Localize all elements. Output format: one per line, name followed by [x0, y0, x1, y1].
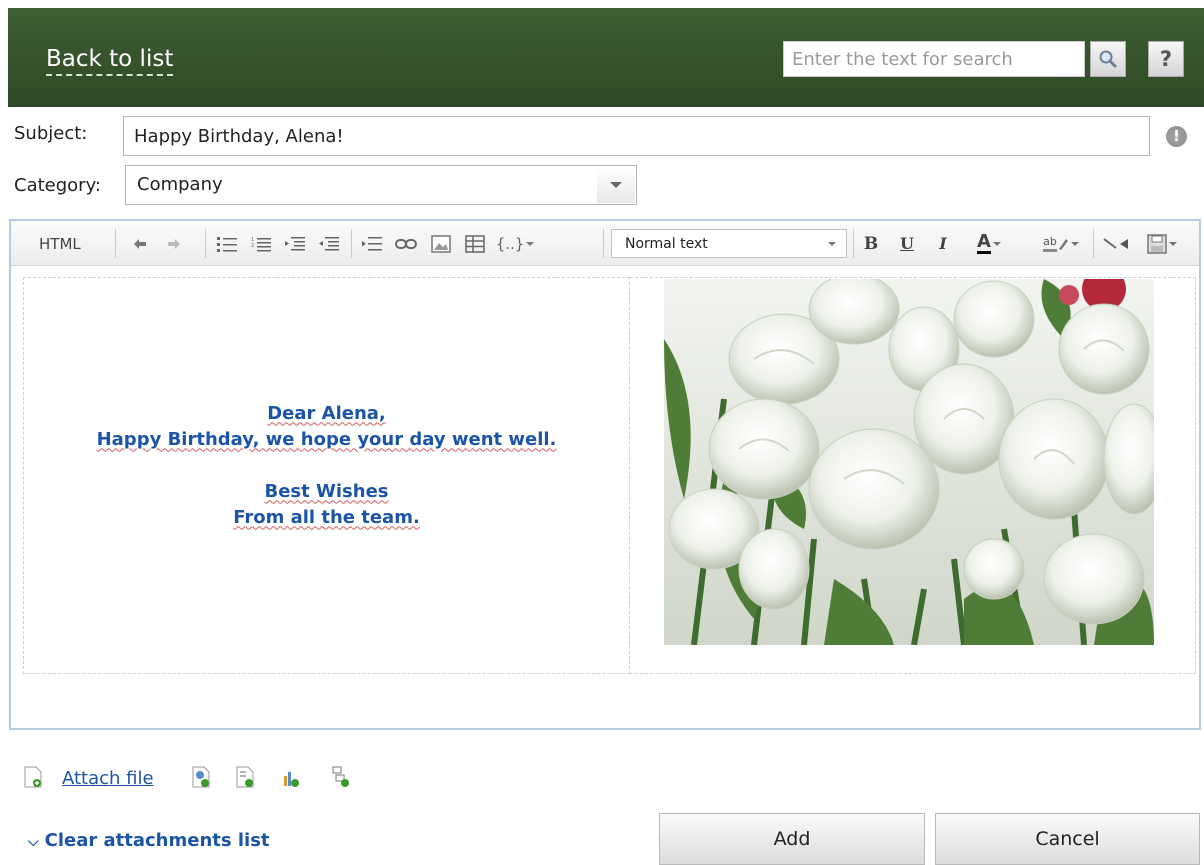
indent-button[interactable] — [283, 231, 307, 256]
insert-table-button[interactable] — [463, 231, 487, 256]
clear-attachments-toggle[interactable]: ⌵ Clear attachments list — [28, 830, 270, 851]
undo-icon — [134, 238, 146, 249]
image-cell[interactable] — [630, 277, 1196, 674]
toolbar-divider — [351, 229, 352, 258]
help-button[interactable]: ? — [1148, 41, 1184, 77]
chevron-down-icon — [828, 242, 836, 246]
toolbar-divider — [115, 229, 116, 258]
editor-content[interactable]: Dear Alena, Happy Birthday, we hope your… — [11, 267, 1199, 729]
category-select[interactable]: Company — [125, 165, 637, 205]
chevron-down-icon — [1169, 241, 1177, 246]
undo-button[interactable] — [129, 231, 151, 256]
category-label: Category: — [14, 175, 101, 196]
clear-attachments-label: Clear attachments list — [44, 830, 270, 851]
indent-icon — [285, 236, 305, 250]
toolbar-divider — [853, 229, 854, 258]
numbered-list-button[interactable]: 12 — [249, 231, 273, 256]
redo-button[interactable] — [163, 231, 185, 256]
highlight-icon: ab — [1043, 235, 1057, 252]
attach-file-icon[interactable] — [24, 766, 42, 788]
attach-chart-icon[interactable] — [282, 766, 300, 788]
category-value: Company — [137, 174, 223, 195]
image-icon — [431, 234, 451, 253]
rich-text-editor: HTML 12 {..} Normal text B U I A ab Dear… — [9, 219, 1201, 730]
message-signature: From all the team. — [233, 506, 420, 528]
white-roses-image — [664, 279, 1154, 645]
bullet-list-icon — [217, 236, 237, 252]
message-cell[interactable]: Dear Alena, Happy Birthday, we hope your… — [23, 277, 630, 674]
subject-label: Subject: — [14, 123, 88, 144]
chevron-down-icon — [526, 241, 535, 246]
attach-list-icon[interactable] — [236, 766, 254, 788]
attach-file-link[interactable]: Attach file — [62, 768, 154, 789]
chevron-down-icon — [1070, 241, 1079, 246]
toolbar-divider — [603, 229, 604, 258]
message-closing: Best Wishes — [264, 480, 389, 502]
html-mode-button[interactable]: HTML — [39, 231, 81, 256]
clear-format-button[interactable] — [1099, 231, 1135, 256]
subject-field[interactable] — [123, 116, 1150, 156]
highlight-button[interactable]: ab — [1037, 231, 1085, 256]
attach-gear-icon[interactable] — [192, 766, 210, 788]
search-icon — [1099, 50, 1117, 68]
eraser-icon — [1103, 237, 1128, 249]
outdent-button[interactable] — [317, 231, 341, 256]
chevron-down-icon — [610, 182, 622, 188]
italic-button[interactable]: I — [933, 231, 953, 256]
macro-icon: {..} — [495, 234, 525, 253]
insert-macro-button[interactable]: {..} — [495, 231, 535, 256]
link-icon — [395, 238, 417, 249]
top-header: Back to list ? — [8, 8, 1204, 107]
bullet-list-button[interactable] — [215, 231, 239, 256]
attach-structure-icon[interactable] — [332, 766, 350, 788]
insert-line-icon — [362, 236, 382, 250]
toolbar-divider — [205, 229, 206, 258]
font-color-icon: A — [977, 231, 991, 254]
numbered-list-icon: 12 — [251, 237, 271, 251]
back-to-list-link[interactable]: Back to list — [46, 46, 174, 76]
bold-button[interactable]: B — [861, 231, 881, 256]
warning-icon: ! — [1166, 126, 1187, 147]
search-input[interactable] — [783, 41, 1085, 77]
chevron-down-icon — [992, 241, 1001, 246]
marker-icon — [1058, 238, 1068, 250]
category-dropdown-button[interactable] — [597, 167, 635, 203]
search-button[interactable] — [1090, 41, 1126, 77]
redo-icon — [168, 238, 180, 249]
editor-toolbar: HTML 12 {..} Normal text B U I A ab — [11, 221, 1199, 266]
underline-button[interactable]: U — [897, 231, 917, 256]
chevron-down-icon: ⌵ — [28, 834, 39, 850]
text-style-select[interactable]: Normal text — [611, 229, 847, 258]
insert-image-button[interactable] — [429, 231, 453, 256]
message-body: Happy Birthday, we hope your day went we… — [96, 428, 557, 450]
save-icon — [1147, 233, 1167, 254]
add-button[interactable]: Add — [659, 813, 925, 865]
svg-text:2: 2 — [251, 243, 254, 249]
birthday-message: Dear Alena, Happy Birthday, we hope your… — [97, 401, 557, 531]
cancel-button[interactable]: Cancel — [935, 813, 1200, 865]
save-template-button[interactable] — [1141, 231, 1183, 256]
toolbar-divider — [1093, 229, 1094, 258]
table-icon — [465, 234, 485, 253]
font-color-button[interactable]: A — [969, 231, 1009, 256]
text-style-value: Normal text — [625, 236, 708, 252]
insert-link-button[interactable] — [393, 231, 419, 256]
insert-line-button[interactable] — [359, 231, 385, 256]
outdent-icon — [319, 236, 339, 250]
message-greeting: Dear Alena, — [267, 402, 386, 424]
